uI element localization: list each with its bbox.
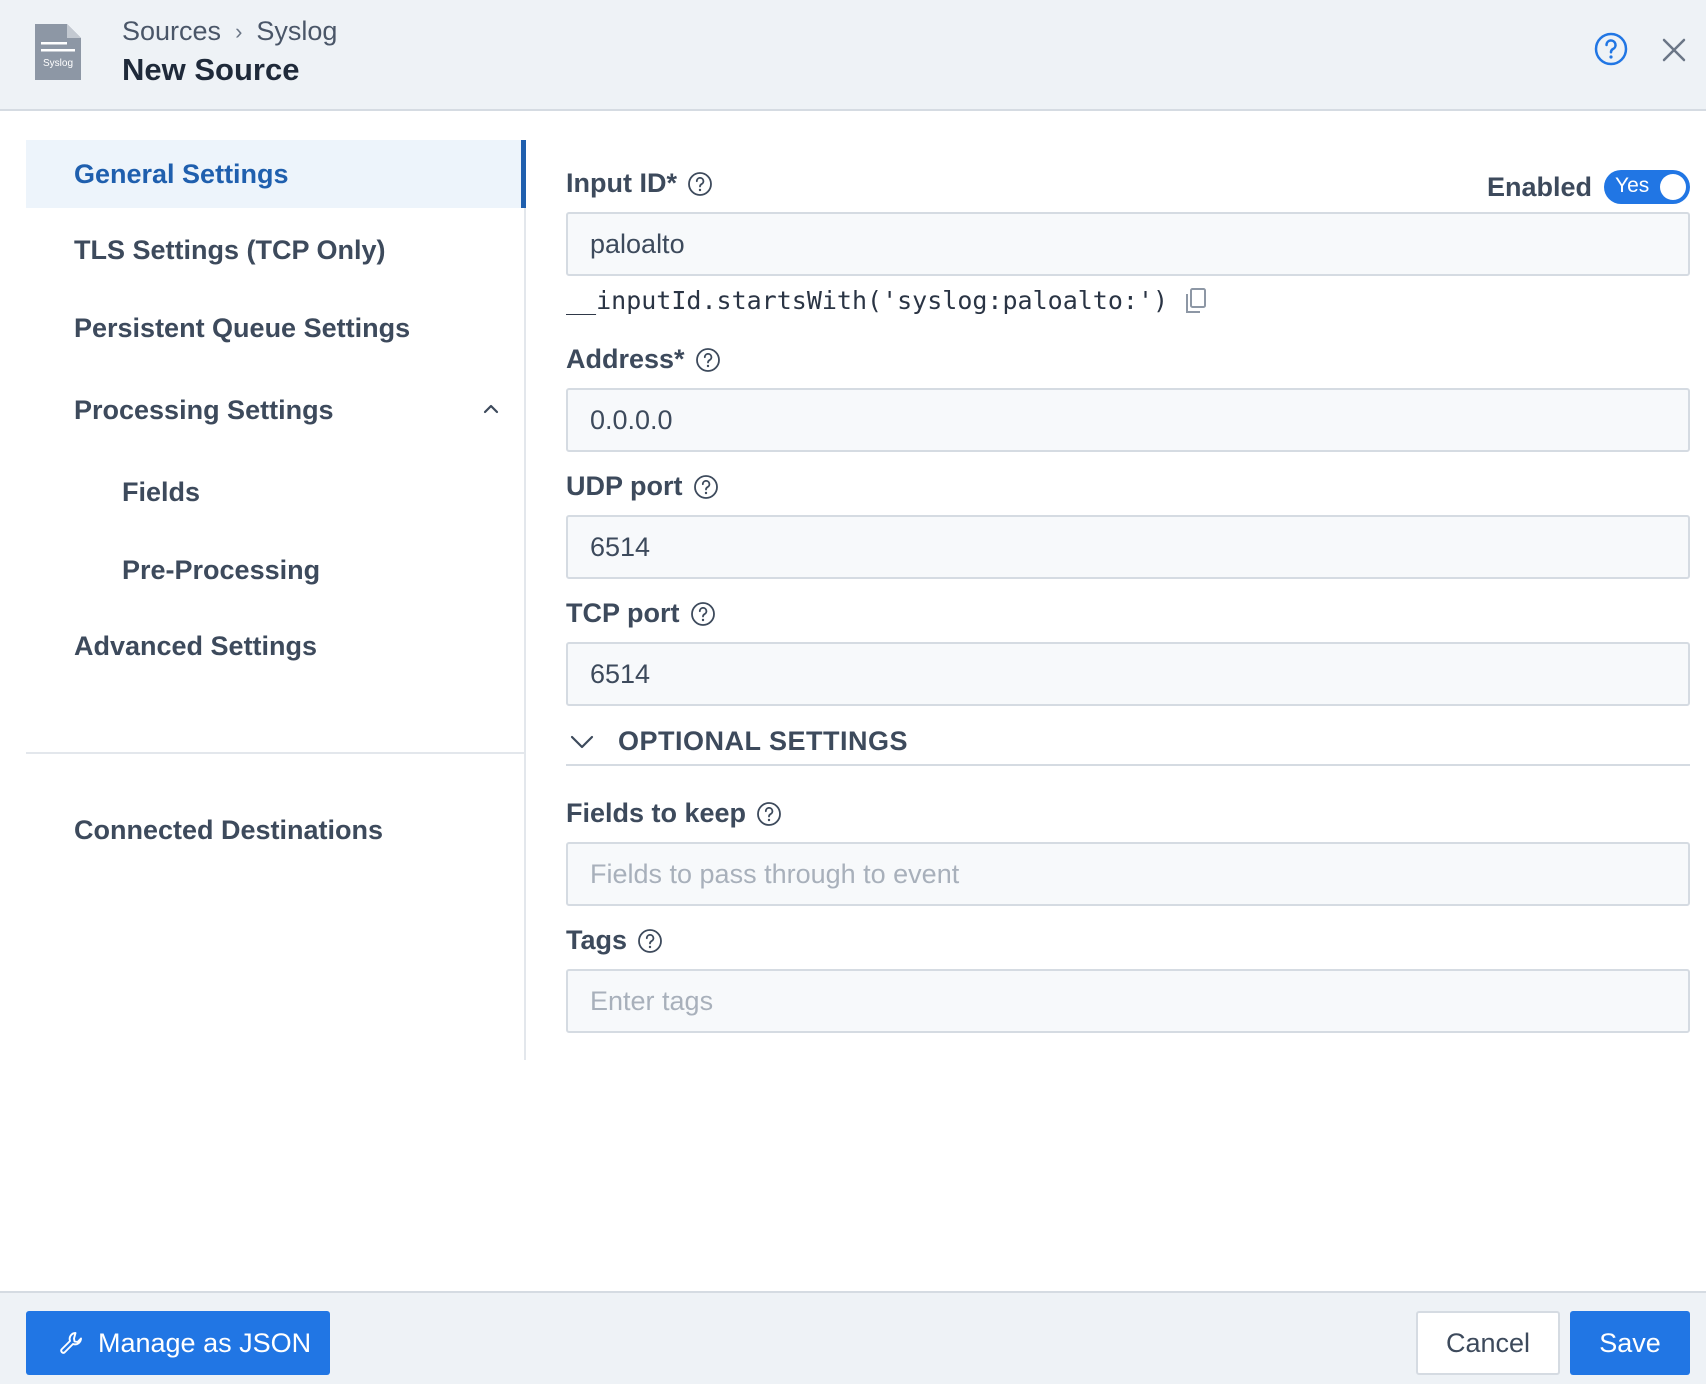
help-circle-icon[interactable] xyxy=(687,171,713,197)
copy-icon[interactable] xyxy=(1184,287,1208,315)
fields-to-keep-label: Fields to keep xyxy=(566,798,782,829)
breadcrumb-sources[interactable]: Sources xyxy=(122,16,221,47)
save-button[interactable]: Save xyxy=(1570,1311,1690,1375)
fields-to-keep-label-text: Fields to keep xyxy=(566,798,747,828)
udp-port-label: UDP port xyxy=(566,471,719,502)
manage-as-json-label: Manage as JSON xyxy=(98,1327,312,1358)
chevron-up-icon[interactable] xyxy=(482,400,500,418)
input-id-field[interactable]: paloalto xyxy=(566,212,1690,276)
optional-settings-label: OPTIONAL SETTINGS xyxy=(618,725,909,756)
sidebar-item-label: TLS Settings (TCP Only) xyxy=(74,234,386,265)
address-field[interactable]: 0.0.0.0 xyxy=(566,388,1690,452)
fields-to-keep-input[interactable]: Fields to pass through to event xyxy=(566,842,1690,906)
help-circle-icon[interactable] xyxy=(695,347,721,373)
sidebar-item-label: Persistent Queue Settings xyxy=(74,312,411,343)
cancel-button[interactable]: Cancel xyxy=(1416,1311,1560,1375)
sidebar-item-connected-destinations[interactable]: Connected Destinations xyxy=(26,796,526,864)
breadcrumb: Sources › Syslog xyxy=(122,16,337,47)
sidebar-item-label: Connected Destinations xyxy=(74,814,384,845)
sidebar-item-label: Processing Settings xyxy=(74,394,334,425)
sidebar-divider xyxy=(26,752,526,754)
help-circle-icon[interactable] xyxy=(690,601,716,627)
sidebar-item-persistent-queue-settings[interactable]: Persistent Queue Settings xyxy=(26,294,526,362)
toggle-text: Yes xyxy=(1615,174,1650,197)
file-document-icon: Syslog xyxy=(35,24,81,80)
udp-port-field[interactable]: 6514 xyxy=(566,515,1690,579)
help-circle-icon[interactable] xyxy=(1594,32,1628,66)
udp-port-label-text: UDP port xyxy=(566,471,683,501)
manage-as-json-button[interactable]: Manage as JSON xyxy=(26,1311,330,1375)
sidebar-item-label: General Settings xyxy=(74,158,289,189)
sidebar-item-advanced-settings[interactable]: Advanced Settings xyxy=(26,612,526,680)
input-id-label: Input ID* xyxy=(566,168,713,199)
breadcrumb-separator: › xyxy=(235,18,243,44)
help-circle-icon[interactable] xyxy=(693,474,719,500)
enabled-control: Enabled Yes xyxy=(1487,170,1690,204)
page-title: New Source xyxy=(122,52,300,87)
optional-settings-toggle[interactable]: OPTIONAL SETTINGS xyxy=(566,726,1690,766)
sidebar-item-general-settings[interactable]: General Settings xyxy=(26,140,526,208)
sidebar-item-label: Advanced Settings xyxy=(74,630,318,661)
file-icon-label: Syslog xyxy=(43,58,73,69)
help-circle-icon[interactable] xyxy=(756,801,782,827)
chevron-down-icon xyxy=(570,735,594,749)
sidebar-item-pre-processing[interactable]: Pre-Processing xyxy=(26,536,526,604)
input-filter-expression: __inputId.startsWith('syslog:paloalto:') xyxy=(566,286,1208,315)
tcp-port-label-text: TCP port xyxy=(566,598,680,628)
settings-sidebar: General Settings TLS Settings (TCP Only)… xyxy=(26,140,526,1060)
tcp-port-label: TCP port xyxy=(566,598,716,629)
tags-label-text: Tags xyxy=(566,925,628,955)
close-icon[interactable] xyxy=(1660,36,1688,64)
input-id-label-text: Input ID* xyxy=(566,168,677,198)
sidebar-item-processing-settings[interactable]: Processing Settings xyxy=(26,376,526,444)
filter-expression-text: __inputId.startsWith('syslog:paloalto:') xyxy=(566,286,1169,315)
modal-header: Syslog Sources › Syslog New Source xyxy=(0,0,1706,111)
toggle-knob xyxy=(1660,174,1686,200)
sidebar-item-fields[interactable]: Fields xyxy=(26,458,526,526)
breadcrumb-syslog[interactable]: Syslog xyxy=(256,16,337,47)
address-label: Address* xyxy=(566,344,721,375)
tags-label: Tags xyxy=(566,925,663,956)
modal-footer: Manage as JSON Cancel Save xyxy=(0,1291,1706,1384)
address-label-text: Address* xyxy=(566,344,685,374)
enabled-toggle[interactable]: Yes xyxy=(1604,170,1690,204)
sidebar-item-label: Pre-Processing xyxy=(122,554,321,585)
wrench-icon xyxy=(60,1332,82,1354)
sidebar-item-tls-settings[interactable]: TLS Settings (TCP Only) xyxy=(26,216,526,284)
tcp-port-field[interactable]: 6514 xyxy=(566,642,1690,706)
help-circle-icon[interactable] xyxy=(637,928,663,954)
enabled-label: Enabled xyxy=(1486,171,1592,202)
tags-input[interactable]: Enter tags xyxy=(566,969,1690,1033)
sidebar-item-label: Fields xyxy=(122,476,201,507)
